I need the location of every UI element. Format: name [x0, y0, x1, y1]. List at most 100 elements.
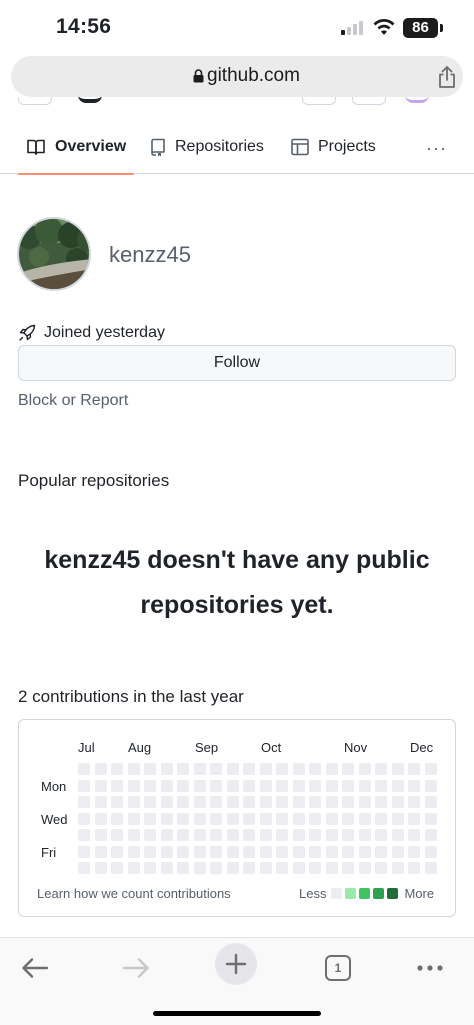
contribution-day-cell[interactable]	[210, 862, 222, 874]
forward-button[interactable]	[114, 946, 158, 990]
contribution-day-cell[interactable]	[391, 763, 404, 775]
contribution-day-cell[interactable]	[375, 779, 387, 792]
contribution-day-cell[interactable]	[424, 845, 437, 858]
contribution-day-cell[interactable]	[210, 763, 222, 775]
contribution-day-cell[interactable]	[342, 779, 354, 792]
contribution-day-cell[interactable]	[127, 845, 140, 858]
contribution-day-cell[interactable]	[391, 779, 404, 792]
contribution-day-cell[interactable]	[177, 779, 189, 792]
contribution-day-cell[interactable]	[243, 862, 255, 874]
contribution-day-cell[interactable]	[358, 812, 371, 825]
contribution-day-cell[interactable]	[424, 862, 437, 874]
contribution-day-cell[interactable]	[292, 779, 305, 792]
contribution-day-cell[interactable]	[94, 796, 107, 808]
contribution-day-cell[interactable]	[94, 763, 107, 775]
contribution-day-cell[interactable]	[259, 796, 272, 808]
contribution-day-cell[interactable]	[226, 763, 239, 775]
contribution-day-cell[interactable]	[309, 812, 321, 825]
contribution-day-cell[interactable]	[391, 829, 404, 841]
back-button[interactable]	[13, 946, 57, 990]
contribution-day-cell[interactable]	[111, 812, 123, 825]
contribution-day-cell[interactable]	[78, 812, 90, 825]
tabs-button[interactable]: 1	[316, 946, 360, 990]
tab-overview[interactable]: Overview	[18, 124, 135, 175]
contribution-day-cell[interactable]	[160, 862, 173, 874]
contribution-day-cell[interactable]	[94, 812, 107, 825]
contribution-day-cell[interactable]	[111, 796, 123, 808]
contribution-day-cell[interactable]	[94, 829, 107, 841]
contribution-day-cell[interactable]	[276, 829, 288, 841]
contribution-day-cell[interactable]	[375, 812, 387, 825]
contribution-day-cell[interactable]	[127, 812, 140, 825]
contribution-day-cell[interactable]	[259, 779, 272, 792]
contribution-day-cell[interactable]	[144, 763, 156, 775]
contribution-day-cell[interactable]	[111, 779, 123, 792]
contribution-day-cell[interactable]	[94, 779, 107, 792]
contribution-day-cell[interactable]	[243, 796, 255, 808]
contribution-day-cell[interactable]	[144, 796, 156, 808]
contribution-day-cell[interactable]	[342, 845, 354, 858]
contribution-day-cell[interactable]	[292, 829, 305, 841]
contribution-day-cell[interactable]	[111, 763, 123, 775]
contribution-day-cell[interactable]	[292, 763, 305, 775]
contribution-day-cell[interactable]	[358, 763, 371, 775]
contribution-day-cell[interactable]	[78, 845, 90, 858]
contribution-day-cell[interactable]	[309, 796, 321, 808]
contribution-day-cell[interactable]	[78, 779, 90, 792]
contribution-day-cell[interactable]	[309, 845, 321, 858]
contribution-day-cell[interactable]	[292, 862, 305, 874]
block-report-link[interactable]: Block or Report	[18, 392, 128, 410]
contribution-day-cell[interactable]	[325, 796, 338, 808]
contribution-day-cell[interactable]	[342, 829, 354, 841]
contribution-day-cell[interactable]	[78, 829, 90, 841]
contribution-day-cell[interactable]	[292, 845, 305, 858]
contribution-day-cell[interactable]	[375, 862, 387, 874]
contribution-day-cell[interactable]	[94, 845, 107, 858]
contribution-day-cell[interactable]	[342, 796, 354, 808]
contribution-day-cell[interactable]	[342, 763, 354, 775]
contribution-day-cell[interactable]	[177, 763, 189, 775]
contribution-day-cell[interactable]	[226, 862, 239, 874]
contribution-day-cell[interactable]	[78, 796, 90, 808]
contribution-day-cell[interactable]	[226, 829, 239, 841]
contribution-day-cell[interactable]	[144, 779, 156, 792]
contribution-day-cell[interactable]	[309, 763, 321, 775]
contribution-day-cell[interactable]	[111, 829, 123, 841]
contribution-day-cell[interactable]	[424, 812, 437, 825]
contribution-day-cell[interactable]	[408, 796, 420, 808]
more-tabs-button[interactable]: ···	[426, 138, 447, 159]
contribution-day-cell[interactable]	[127, 862, 140, 874]
contribution-day-cell[interactable]	[325, 812, 338, 825]
contribution-day-cell[interactable]	[276, 812, 288, 825]
contribution-day-cell[interactable]	[210, 845, 222, 858]
contribution-day-cell[interactable]	[226, 779, 239, 792]
contribution-day-cell[interactable]	[424, 763, 437, 775]
contribution-day-cell[interactable]	[127, 779, 140, 792]
contribution-day-cell[interactable]	[193, 845, 206, 858]
contribution-day-cell[interactable]	[325, 779, 338, 792]
contribution-day-cell[interactable]	[276, 845, 288, 858]
contribution-day-cell[interactable]	[325, 845, 338, 858]
contribution-day-cell[interactable]	[259, 845, 272, 858]
contribution-day-cell[interactable]	[391, 796, 404, 808]
contribution-day-cell[interactable]	[160, 779, 173, 792]
contribution-day-cell[interactable]	[342, 812, 354, 825]
contribution-day-cell[interactable]	[144, 862, 156, 874]
contribution-day-cell[interactable]	[309, 862, 321, 874]
contribution-day-cell[interactable]	[193, 796, 206, 808]
contribution-day-cell[interactable]	[342, 862, 354, 874]
contribution-day-cell[interactable]	[259, 763, 272, 775]
contribution-day-cell[interactable]	[375, 829, 387, 841]
contribution-day-cell[interactable]	[144, 845, 156, 858]
contribution-day-cell[interactable]	[375, 845, 387, 858]
follow-button[interactable]: Follow	[18, 345, 456, 381]
contribution-day-cell[interactable]	[210, 812, 222, 825]
contribution-day-cell[interactable]	[193, 829, 206, 841]
tab-projects[interactable]: Projects	[291, 124, 376, 174]
contribution-day-cell[interactable]	[375, 763, 387, 775]
contribution-day-cell[interactable]	[408, 763, 420, 775]
contribution-day-cell[interactable]	[111, 862, 123, 874]
contribution-day-cell[interactable]	[358, 779, 371, 792]
contribution-day-cell[interactable]	[177, 796, 189, 808]
contribution-day-cell[interactable]	[193, 779, 206, 792]
